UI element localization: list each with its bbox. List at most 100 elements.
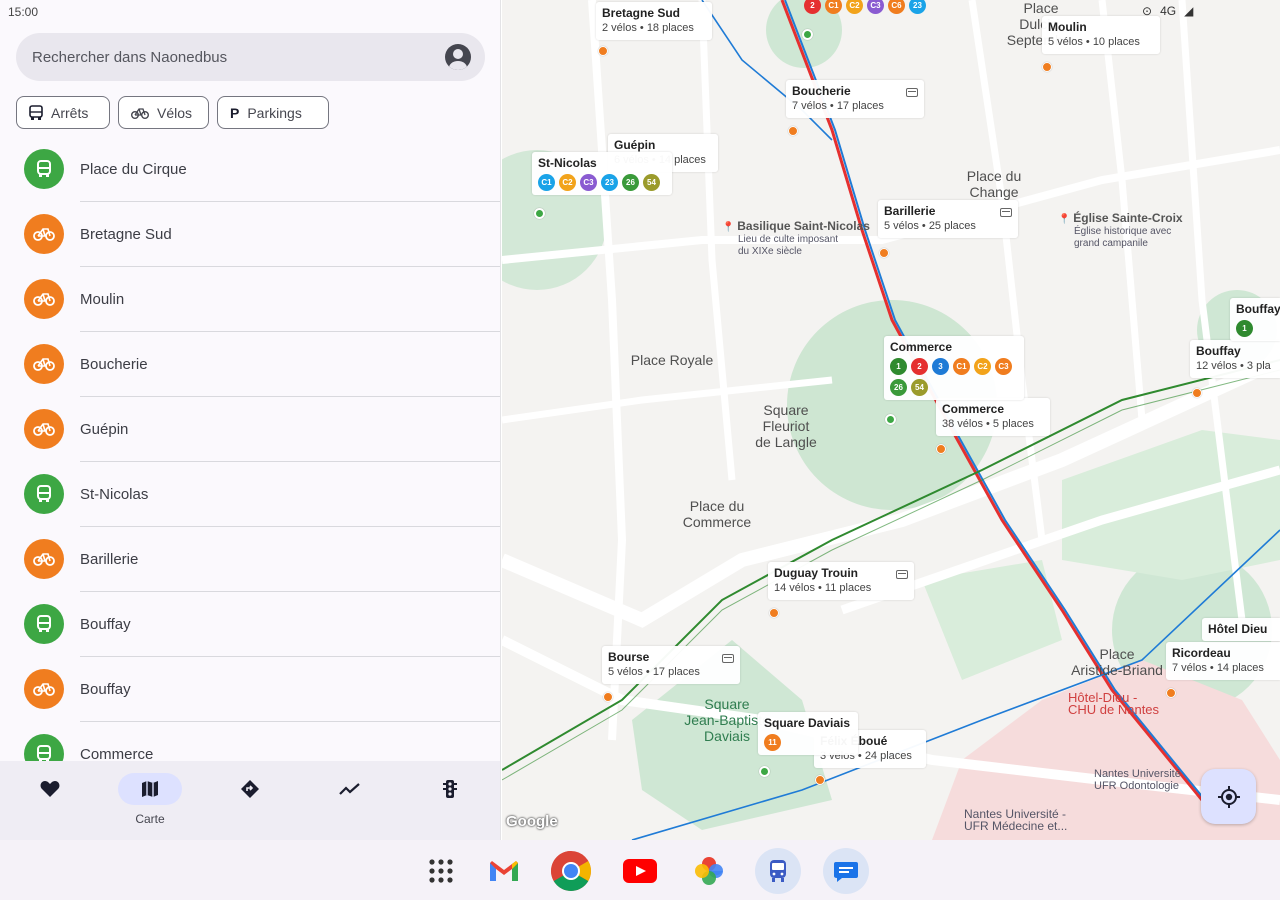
poi-nantes-med[interactable]: Nantes Université - UFR Médecine et...	[964, 808, 1067, 832]
line-badge: C2	[974, 358, 991, 375]
line-badge: 54	[643, 174, 660, 191]
stop-top-lines[interactable]: 2 C1 C2 C3 C6 23	[804, 0, 926, 14]
bike-station-card[interactable]: Barillerie 5 vélos • 25 places	[878, 200, 1018, 238]
chip-stops[interactable]: Arrêts	[16, 96, 110, 129]
bike-station-card[interactable]: Moulin 5 vélos • 10 places	[1042, 16, 1160, 54]
bus-stop-marker[interactable]	[802, 29, 813, 40]
bike-station-marker[interactable]	[603, 692, 613, 702]
nav-trends[interactable]	[318, 773, 382, 833]
line-badge: C1	[825, 0, 842, 14]
nav-map[interactable]: Carte	[118, 773, 182, 833]
station-name: Bouffay	[1196, 344, 1241, 358]
messages-icon[interactable]	[823, 848, 869, 894]
line-badge: C3	[580, 174, 597, 191]
poi-basilique[interactable]: 📍 Basilique Saint-Nicolas Lieu de culte …	[722, 220, 870, 258]
nav-traffic[interactable]	[418, 773, 482, 833]
list-item[interactable]: Moulin	[0, 267, 500, 332]
search-input[interactable]	[32, 48, 445, 66]
bike-station-marker[interactable]	[815, 775, 825, 785]
stop-lines: 11	[764, 734, 852, 751]
bike-station-card[interactable]: Ricordeau 7 vélos • 14 places	[1166, 642, 1280, 680]
list-item-label: Place du Cirque	[80, 161, 187, 178]
trending-icon	[339, 783, 360, 795]
bike-station-card[interactable]: Boucherie 7 vélos • 17 places	[786, 80, 924, 118]
youtube-icon[interactable]	[617, 848, 663, 894]
bus-stop-card[interactable]: Hôtel Dieu	[1202, 618, 1280, 641]
station-availability: 38 vélos • 5 places	[942, 418, 1034, 430]
place-label: Place du Change	[966, 168, 1022, 200]
bike-station-card[interactable]: Bretagne Sud 2 vélos • 18 places	[596, 2, 712, 40]
bike-station-marker[interactable]	[879, 248, 889, 258]
poi-title: Église Sainte-Croix	[1073, 211, 1183, 225]
photos-logo	[695, 857, 723, 885]
google-attribution: Google	[506, 813, 558, 830]
bike-station-card[interactable]: Bourse 5 vélos • 17 places	[602, 646, 740, 684]
search-bar[interactable]	[16, 33, 485, 81]
list-item[interactable]: Boucherie	[0, 332, 500, 397]
bus-stop-marker[interactable]	[885, 414, 896, 425]
bike-station-marker[interactable]	[936, 444, 946, 454]
place-label: Place Royale	[630, 352, 714, 368]
chip-bikes[interactable]: Vélos	[118, 96, 209, 129]
chrome-icon[interactable]	[548, 848, 594, 894]
bike-station-marker[interactable]	[769, 608, 779, 618]
station-name: Commerce	[942, 402, 1005, 416]
my-location-button[interactable]	[1201, 769, 1256, 824]
heart-icon	[40, 781, 60, 797]
list-item[interactable]: Guépin	[0, 397, 500, 462]
bus-stop-card[interactable]: Commerce 1 2 3 C1 C2 C3 26 54	[884, 336, 1024, 400]
bike-station-marker[interactable]	[1042, 62, 1052, 72]
nav-favorites[interactable]	[18, 773, 82, 833]
nav-directions[interactable]	[218, 773, 282, 833]
stop-name: Bouffay	[1236, 302, 1280, 316]
list-item[interactable]: Bretagne Sud	[0, 202, 500, 267]
list-item[interactable]: Barillerie	[0, 527, 500, 592]
bus-stop-marker[interactable]	[534, 208, 545, 219]
naonedbus-app-icon[interactable]	[755, 848, 801, 894]
list-item[interactable]: Bouffay	[0, 592, 500, 657]
bike-station-icon	[24, 344, 64, 384]
bike-station-marker[interactable]	[1166, 688, 1176, 698]
bike-icon	[131, 107, 149, 119]
bike-station-card[interactable]: Duguay Trouin 14 vélos • 11 places	[768, 562, 914, 600]
list-item[interactable]: St-Nicolas	[0, 462, 500, 527]
line-badge: C3	[867, 0, 884, 14]
station-name: Duguay Trouin	[774, 566, 858, 580]
bike-station-card[interactable]: Bouffay 12 vélos • 3 pla	[1190, 340, 1280, 378]
station-availability: 5 vélos • 10 places	[1048, 36, 1140, 48]
bus-stop-card[interactable]: St-Nicolas C1 C2 C3 23 26 54	[532, 152, 672, 195]
list-item[interactable]: Place du Cirque	[0, 137, 500, 202]
parking-icon: P	[230, 104, 240, 121]
line-badge: C1	[953, 358, 970, 375]
gmail-icon[interactable]	[481, 848, 527, 894]
place-label: Place du Commerce	[682, 498, 752, 530]
bus-stop-marker[interactable]	[759, 766, 770, 777]
stop-name: St-Nicolas	[538, 156, 597, 170]
bike-station-marker[interactable]	[1192, 388, 1202, 398]
pin-icon: 📍	[1058, 214, 1071, 225]
poi-eglise[interactable]: 📍 Église Sainte-Croix Église historique …	[1058, 212, 1183, 250]
bike-station-marker[interactable]	[788, 126, 798, 136]
line-badge: 23	[601, 174, 618, 191]
chip-stops-label: Arrêts	[51, 104, 89, 121]
photos-icon[interactable]	[686, 848, 732, 894]
stop-lines: C1 C2 C3 23 26 54	[538, 174, 666, 191]
poi-hotel-dieu[interactable]: Hôtel-Dieu - CHU de Nantes	[1068, 691, 1159, 716]
line-badge: C3	[995, 358, 1012, 375]
network-label: 4G	[1160, 4, 1177, 18]
bus-stop-icon	[24, 604, 64, 644]
bike-station-icon	[24, 409, 64, 449]
app-launcher-icon[interactable]	[418, 848, 464, 894]
chip-parkings[interactable]: P Parkings	[217, 96, 329, 129]
chip-parkings-label: Parkings	[247, 104, 302, 121]
map-view[interactable]: ⊙ 4G ◢ Place du Change Place Royale Squa…	[502, 0, 1280, 840]
bus-stop-card[interactable]: Bouffay 1	[1230, 298, 1280, 341]
bike-station-card[interactable]: Commerce 38 vélos • 5 places	[936, 398, 1050, 436]
poi-nantes-univ[interactable]: Nantes Université UFR Odontologie	[1094, 768, 1181, 792]
bus-stop-card[interactable]: Square Daviais 11	[758, 712, 858, 755]
station-availability: 12 vélos • 3 pla	[1196, 360, 1271, 372]
station-list: Place du Cirque Bretagne Sud Moulin Bouc…	[0, 137, 500, 787]
bike-station-marker[interactable]	[598, 46, 608, 56]
account-avatar-icon[interactable]	[445, 44, 471, 70]
list-item[interactable]: Bouffay	[0, 657, 500, 722]
